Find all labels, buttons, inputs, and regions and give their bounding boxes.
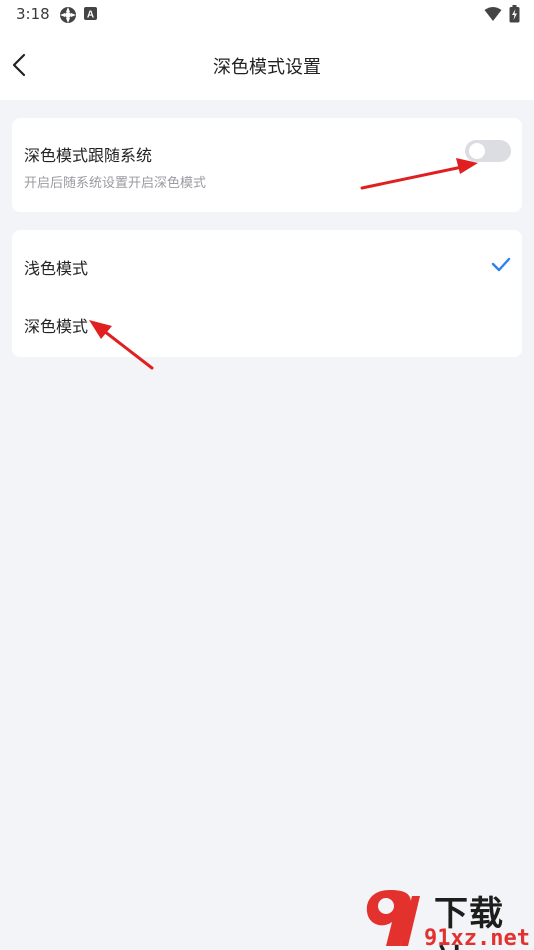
toggle-knob [469,143,485,159]
svg-text:A: A [87,10,94,21]
screen: 3:18 A 深色模式设置 深色模式跟随系统 开启后随系统设置开启深色模式 浅色… [0,0,534,950]
watermark-logo [366,890,420,946]
page-title: 深色模式设置 [213,57,321,78]
follow-system-subtitle: 开启后随系统设置开启深色模式 [24,176,207,191]
light-mode-option[interactable]: 浅色模式 [12,236,522,294]
app-a-icon: A [84,6,98,26]
watermark: 下载站 91xz.net [360,886,534,950]
light-mode-label: 浅色模式 [24,259,89,278]
dark-mode-label: 深色模式 [24,317,89,336]
dark-mode-option[interactable]: 深色模式 [12,294,522,352]
app-header: 深色模式设置 [0,30,534,100]
status-bar: 3:18 A [0,0,534,30]
vpn-icon [59,6,77,28]
follow-system-toggle[interactable] [465,140,511,162]
follow-system-title: 深色模式跟随系统 [24,146,153,165]
status-time: 3:18 [16,5,50,23]
watermark-url: 91xz.net [424,926,530,950]
follow-system-card: 深色模式跟随系统 开启后随系统设置开启深色模式 [12,118,522,212]
checkmark-icon [491,257,511,272]
wifi-icon [484,6,502,26]
battery-icon [509,5,520,27]
mode-list-card: 浅色模式 深色模式 [12,230,522,357]
